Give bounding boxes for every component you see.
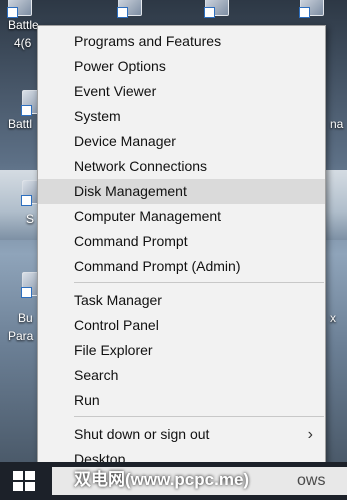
menu-item-file-explorer[interactable]: File Explorer	[38, 338, 325, 363]
desktop-shortcut-label[interactable]: na	[330, 117, 343, 131]
menu-item-system[interactable]: System	[38, 104, 325, 129]
menu-item-run[interactable]: Run	[38, 388, 325, 413]
menu-item-command-prompt-admin[interactable]: Command Prompt (Admin)	[38, 254, 325, 279]
desktop-shortcut-label[interactable]: Para	[8, 329, 33, 343]
menu-item-control-panel[interactable]: Control Panel	[38, 313, 325, 338]
desktop-shortcut-label[interactable]: 4(6	[14, 36, 31, 50]
desktop-shortcut-icon[interactable]	[117, 0, 142, 18]
desktop-shortcut-label[interactable]: Bu	[18, 311, 33, 325]
watermark-text: 双电网(www.pcpc.me)	[74, 470, 250, 489]
winx-context-menu: Programs and Features Power Options Even…	[37, 25, 326, 474]
desktop-shortcut-label[interactable]: Battle	[8, 18, 39, 32]
menu-item-device-manager[interactable]: Device Manager	[38, 129, 325, 154]
menu-separator	[74, 282, 324, 283]
menu-item-shut-down-or-sign-out[interactable]: Shut down or sign out ›	[38, 422, 325, 447]
windows-start-icon[interactable]	[13, 471, 35, 491]
menu-item-task-manager[interactable]: Task Manager	[38, 288, 325, 313]
desktop-shortcut-label[interactable]: x	[330, 311, 336, 325]
menu-separator	[74, 416, 324, 417]
desktop-shortcut-icon[interactable]	[7, 0, 32, 18]
search-box-text: ows	[297, 472, 326, 489]
desktop-shortcut-icon[interactable]	[299, 0, 324, 18]
menu-item-disk-management[interactable]: Disk Management	[38, 179, 325, 204]
menu-item-computer-management[interactable]: Computer Management	[38, 204, 325, 229]
chevron-right-icon: ›	[307, 426, 313, 443]
desktop-shortcut-label[interactable]: S	[26, 212, 34, 226]
desktop-shortcut-icon[interactable]	[204, 0, 229, 18]
menu-item-programs-and-features[interactable]: Programs and Features	[38, 29, 325, 54]
menu-item-power-options[interactable]: Power Options	[38, 54, 325, 79]
menu-item-command-prompt[interactable]: Command Prompt	[38, 229, 325, 254]
desktop-shortcut-label[interactable]: Battl	[8, 117, 32, 131]
menu-item-network-connections[interactable]: Network Connections	[38, 154, 325, 179]
menu-item-search[interactable]: Search	[38, 363, 325, 388]
menu-item-label: Shut down or sign out	[74, 426, 210, 442]
menu-item-event-viewer[interactable]: Event Viewer	[38, 79, 325, 104]
